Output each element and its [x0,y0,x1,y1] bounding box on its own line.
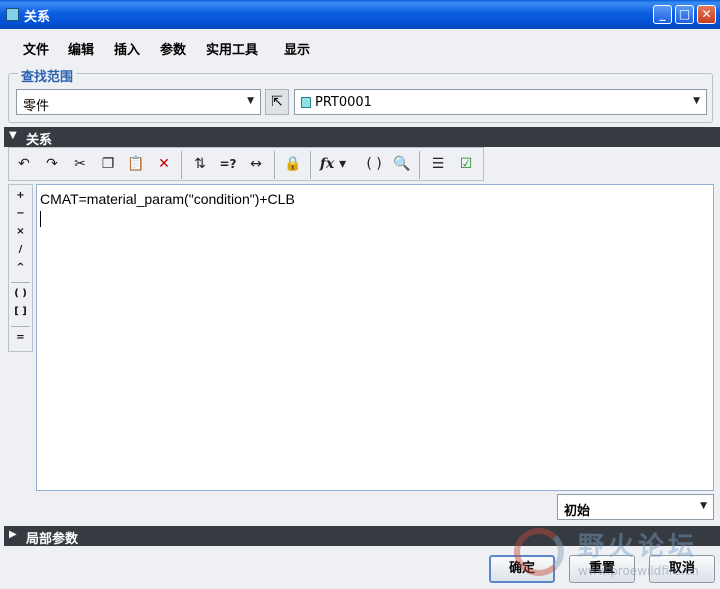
operator-palette: + − × / ^ ( ) [ ] = [8,184,33,352]
watermark: 野火论坛 www.proewildfire.cn [508,524,718,586]
copy-icon[interactable]: ❐ [98,154,118,174]
palette-separator [11,326,30,327]
maximize-button[interactable]: □ [675,5,694,24]
toolbar-separator [181,151,182,179]
window-title: 关系 [24,10,51,25]
op-equals-button[interactable]: = [9,332,32,343]
paste-icon[interactable]: 📋 [126,154,146,174]
cut-icon[interactable]: ✂ [70,154,90,174]
minimize-button[interactable]: _ [653,5,672,24]
select-pointer-button[interactable]: ⇱ [265,89,289,115]
locked-params-icon[interactable]: 🔒 [283,154,303,174]
collapse-triangle-icon: ▼ [9,130,17,141]
menu-display[interactable]: 显示 [284,39,310,58]
function-icon[interactable]: fx ▾ [318,154,348,174]
verify-icon[interactable]: ☑ [456,154,476,174]
toolbar-separator [274,151,275,179]
palette-separator [11,282,30,283]
text-caret [40,211,41,227]
relations-section-label: 关系 [26,133,53,148]
expand-triangle-icon: ▶ [9,529,17,540]
menu-edit[interactable]: 编辑 [68,39,94,58]
app-icon [6,8,19,21]
watermark-en-text: www.proewildfire.cn [578,564,699,578]
brackets-icon[interactable]: ( ) [364,154,384,174]
op-divide-button[interactable]: / [9,244,32,255]
menu-parameters[interactable]: 参数 [160,39,186,58]
undo-icon[interactable]: ↶ [14,154,34,174]
op-parentheses-button[interactable]: ( ) [9,288,32,299]
scope-model-select[interactable]: PRT0001 ▼ [294,89,707,115]
relations-section-header[interactable]: ▼ 关系 [4,127,720,148]
state-select[interactable]: 初始 ▼ [557,494,714,520]
close-button[interactable]: ✕ [697,5,716,24]
cursor-arrow-icon: ⇱ [271,94,283,110]
op-minus-button[interactable]: − [9,208,32,219]
scope-group-label: 查找范围 [18,66,77,85]
op-plus-button[interactable]: + [9,190,32,201]
relations-editor[interactable]: CMAT=material_param("condition")+CLB [36,184,714,491]
menu-bar: 文件 编辑 插入 参数 实用工具 显示 [0,29,720,65]
menu-file[interactable]: 文件 [23,39,49,58]
chevron-down-icon: ▼ [247,96,254,106]
menu-insert[interactable]: 插入 [114,39,140,58]
watermark-logo-icon [514,528,564,576]
sort-relations-icon[interactable]: ⇅ [190,154,210,174]
watermark-cn-text: 野火论坛 [578,532,699,562]
chevron-down-icon: ▼ [693,96,700,106]
scope-model-value: PRT0001 [315,95,372,110]
evaluate-icon[interactable]: =? [218,154,238,174]
scope-type-value: 零件 [23,99,50,114]
part-icon [301,97,311,108]
redo-icon[interactable]: ↷ [42,154,62,174]
op-brackets-button[interactable]: [ ] [9,306,32,317]
state-value: 初始 [564,504,591,519]
toolbar-separator [310,151,311,179]
relations-toolbar: ↶ ↷ ✂ ❐ 📋 ✕ ⇅ =? ↔ 🔒 fx ▾ ( ) 🔍 ☰ ☑ [8,147,484,181]
relations-dialog: 关系 _ □ ✕ 文件 编辑 插入 参数 实用工具 显示 查找范围 零件 ▼ ⇱… [0,0,720,589]
menu-utilities[interactable]: 实用工具 [206,39,258,58]
show-params-icon[interactable]: ☰ [428,154,448,174]
chevron-down-icon: ▼ [700,501,707,511]
delete-icon[interactable]: ✕ [154,154,174,174]
op-power-button[interactable]: ^ [9,262,32,273]
title-bar[interactable]: 关系 _ □ ✕ [0,0,720,29]
units-icon[interactable]: 🔍 [392,154,412,174]
measure-icon[interactable]: ↔ [246,154,266,174]
scope-type-select[interactable]: 零件 ▼ [16,89,261,115]
toolbar-separator [419,151,420,179]
op-multiply-button[interactable]: × [9,226,32,237]
relation-line: CMAT=material_param("condition")+CLB [40,191,295,207]
local-params-section-label: 局部参数 [26,532,79,547]
